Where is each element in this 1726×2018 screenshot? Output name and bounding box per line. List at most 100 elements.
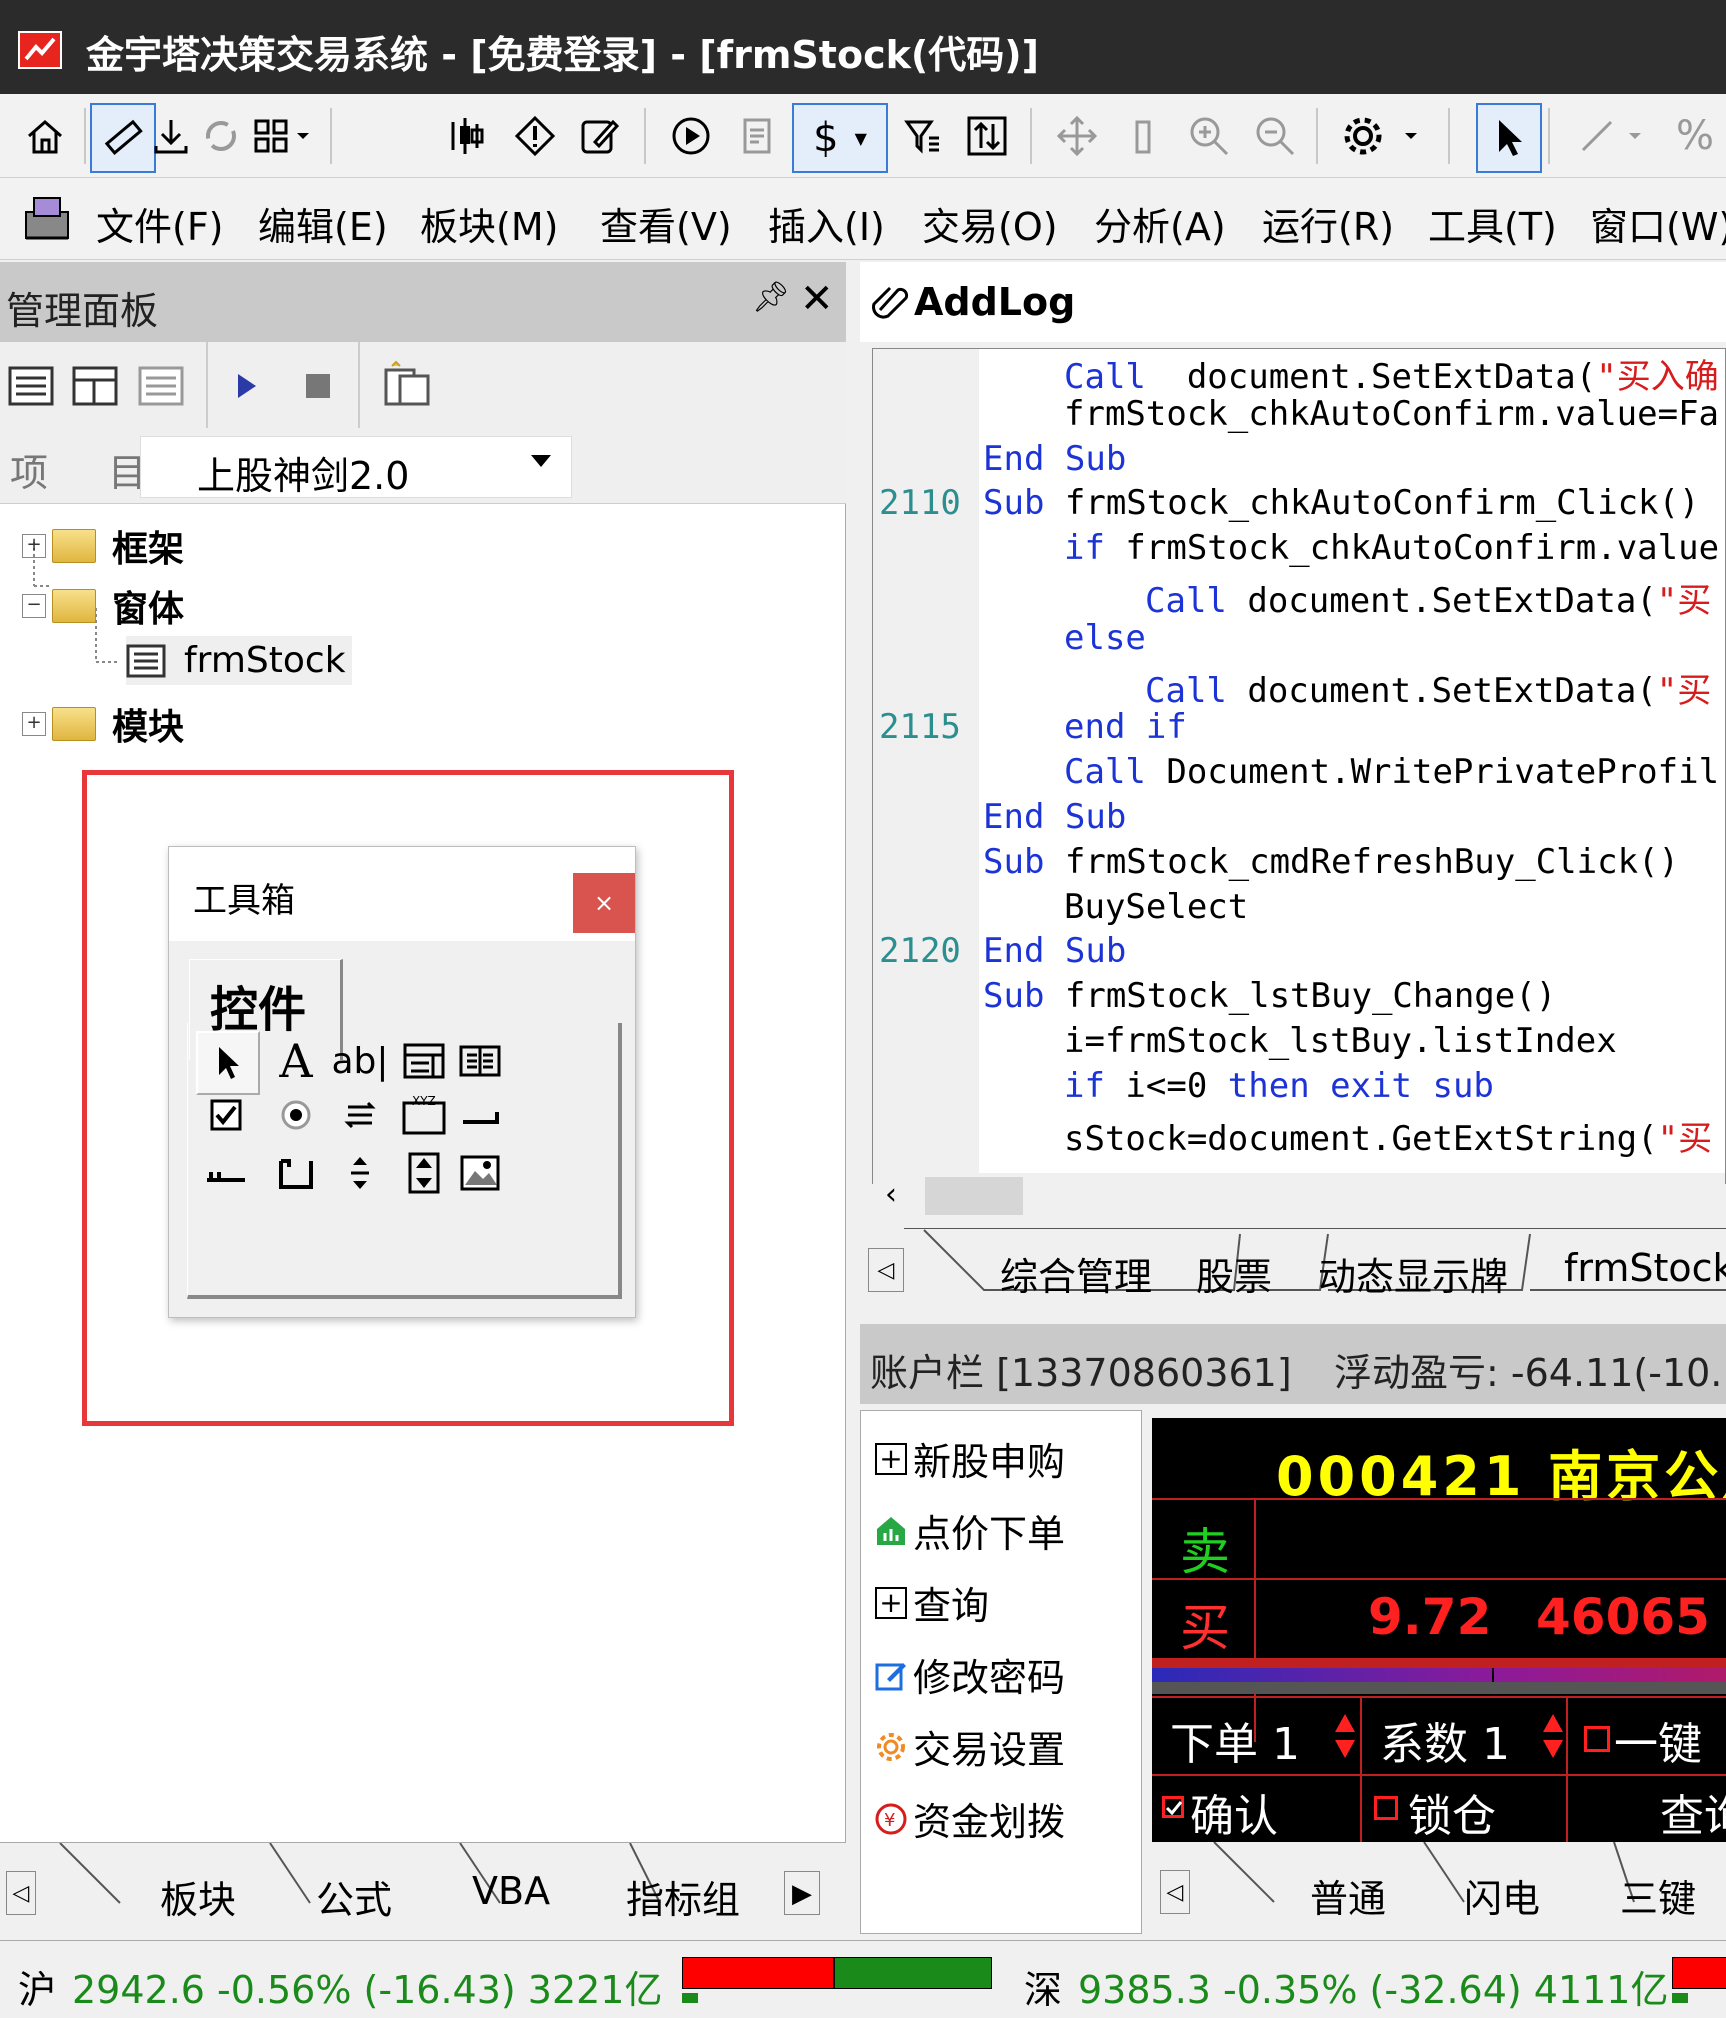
onekey-checkbox[interactable] [1584, 1726, 1610, 1752]
tree-item-modules[interactable]: + 模块 [22, 698, 184, 750]
frame-tool-icon[interactable]: XYZ [394, 1085, 454, 1145]
zoom-in-icon[interactable] [1178, 103, 1240, 169]
gear-dropdown-icon[interactable] [1396, 103, 1426, 169]
properties-icon[interactable] [380, 360, 434, 412]
collapse-icon[interactable]: − [22, 594, 46, 618]
menu-insert[interactable]: 插入(I) [768, 196, 885, 251]
home-icon[interactable] [14, 103, 76, 169]
chevron-left-icon[interactable]: ◁ [6, 1871, 36, 1915]
sort-icon[interactable] [956, 103, 1018, 169]
close-icon[interactable]: ✕ [800, 276, 834, 322]
editor-tab-title[interactable]: AddLog [914, 280, 1075, 324]
code-line: Call document.SetExtData("买 [1145, 670, 1712, 711]
tab-vba[interactable]: VBA [472, 1869, 550, 1913]
radio-tool-icon[interactable] [266, 1085, 326, 1145]
multipage-tool-icon[interactable] [266, 1143, 326, 1203]
vertical-bar-icon[interactable] [1112, 103, 1174, 169]
button-tool-icon[interactable] [450, 1085, 510, 1145]
move-icon[interactable] [1046, 103, 1108, 169]
tab-formula[interactable]: 公式 [316, 1869, 392, 1924]
menu-sector[interactable]: 板块(M) [420, 196, 558, 251]
func-trade-settings[interactable]: 交易设置 [875, 1719, 1065, 1774]
document-icon[interactable] [726, 103, 788, 169]
horizontal-scrollbar[interactable]: ‹ [873, 1173, 1725, 1217]
lock-checkbox[interactable] [1374, 1796, 1398, 1820]
tree-item-forms[interactable]: − 窗体 [22, 580, 184, 632]
menu-window[interactable]: 窗口(W) [1590, 196, 1726, 251]
confirm-checkbox[interactable] [1162, 1796, 1184, 1818]
expand-icon[interactable]: + [22, 712, 46, 736]
tab-general-management[interactable]: 综合管理 [1000, 1246, 1152, 1301]
menu-run[interactable]: 运行(R) [1262, 196, 1394, 251]
toggle-tool-icon[interactable] [330, 1085, 390, 1145]
code-editor[interactable]: Call document.SetExtData("买入确 frmStock_ch… [872, 348, 1726, 1217]
folder-icon [52, 707, 96, 741]
menu-file[interactable]: 文件(F) [96, 196, 224, 251]
menu-view[interactable]: 查看(V) [600, 196, 732, 251]
buy-price: 9.72 [1368, 1588, 1492, 1646]
func-query[interactable]: + 查询 [875, 1575, 989, 1630]
tab-normal[interactable]: 普通 [1310, 1868, 1386, 1923]
listbox-tool-icon[interactable] [450, 1031, 510, 1091]
func-ipo-subscribe[interactable]: + 新股申购 [875, 1431, 1065, 1486]
play-circle-icon[interactable] [660, 103, 722, 169]
zoom-out-icon[interactable] [1244, 103, 1306, 169]
percent-icon[interactable]: % [1664, 103, 1726, 169]
combobox-tool-icon[interactable] [394, 1031, 454, 1091]
chevron-left-icon[interactable]: ‹ [885, 1177, 897, 1212]
tab-frmstock[interactable]: frmStock [1564, 1246, 1726, 1290]
window-list-icon[interactable] [136, 362, 186, 410]
menu-tools[interactable]: 工具(T) [1428, 196, 1557, 251]
chevron-right-icon[interactable]: ▶ [784, 1871, 820, 1915]
form-view-icon[interactable] [6, 362, 56, 410]
func-fund-transfer[interactable]: ¥ 资金划拨 [875, 1791, 1065, 1846]
pin-icon[interactable]: 📌︎ [752, 280, 790, 315]
line-draw-icon[interactable] [1566, 103, 1628, 169]
chevron-left-icon[interactable]: ◁ [1160, 1870, 1190, 1914]
edit-note-icon[interactable] [568, 103, 630, 169]
menu-analyze[interactable]: 分析(A) [1094, 196, 1226, 251]
tab-flash[interactable]: 闪电 [1464, 1868, 1540, 1923]
checkbox-tool-icon[interactable] [196, 1085, 256, 1145]
order-stepper[interactable] [1332, 1708, 1358, 1764]
line-dropdown-icon[interactable] [1620, 103, 1650, 169]
app-menu-icon[interactable] [20, 192, 74, 244]
filter-icon[interactable] [892, 103, 954, 169]
dollar-icon[interactable]: $ ▼ [792, 103, 888, 173]
tabstrip-tool-icon[interactable] [196, 1143, 256, 1203]
image-tool-icon[interactable] [450, 1143, 510, 1203]
scrollbar-tool-icon[interactable] [394, 1143, 454, 1203]
svg-text:¥: ¥ [884, 1810, 895, 1831]
buy-volume: 46065 [1536, 1588, 1710, 1646]
query-button[interactable]: 查询 [1660, 1780, 1726, 1844]
menu-edit[interactable]: 编辑(E) [258, 196, 388, 251]
spinbutton-tool-icon[interactable] [330, 1143, 390, 1203]
project-select[interactable]: 上股神剑2.0 [140, 436, 572, 498]
func-click-order[interactable]: 点价下单 [875, 1503, 1065, 1558]
gear-icon[interactable] [1332, 103, 1394, 169]
func-change-password[interactable]: 修改密码 [875, 1647, 1065, 1702]
tab-three-key[interactable]: 三键 [1620, 1868, 1696, 1923]
tree-item-frmstock[interactable]: frmStock [126, 636, 352, 685]
chevron-left-icon[interactable]: ◁ [868, 1248, 904, 1292]
candlestick-icon[interactable] [436, 103, 498, 169]
expand-icon[interactable]: + [22, 534, 46, 558]
split-view-icon[interactable] [70, 362, 120, 410]
tab-stocks[interactable]: 股票 [1196, 1246, 1272, 1301]
tree-item-frame[interactable]: + 框架 [22, 520, 184, 572]
confirm-label: 确认 [1190, 1791, 1278, 1842]
toolbox-close-button[interactable]: × [573, 873, 635, 933]
menu-trade[interactable]: 交易(O) [922, 196, 1058, 251]
grid-dropdown-icon[interactable] [288, 103, 318, 169]
stop-icon[interactable] [306, 374, 330, 398]
tab-sector[interactable]: 板块 [160, 1869, 236, 1924]
pointer-icon[interactable] [1476, 103, 1542, 173]
alert-diamond-icon[interactable] [504, 103, 566, 169]
tab-indicator-group[interactable]: 指标组 [626, 1869, 740, 1924]
tab-dynamic-board[interactable]: 动态显示牌 [1318, 1246, 1508, 1301]
coef-stepper[interactable] [1540, 1708, 1566, 1764]
scrollbar-thumb[interactable] [925, 1177, 1023, 1215]
label-tool-icon[interactable]: A [266, 1031, 326, 1091]
run-icon[interactable] [232, 368, 262, 404]
textbox-tool-icon[interactable]: ab| [330, 1031, 390, 1091]
